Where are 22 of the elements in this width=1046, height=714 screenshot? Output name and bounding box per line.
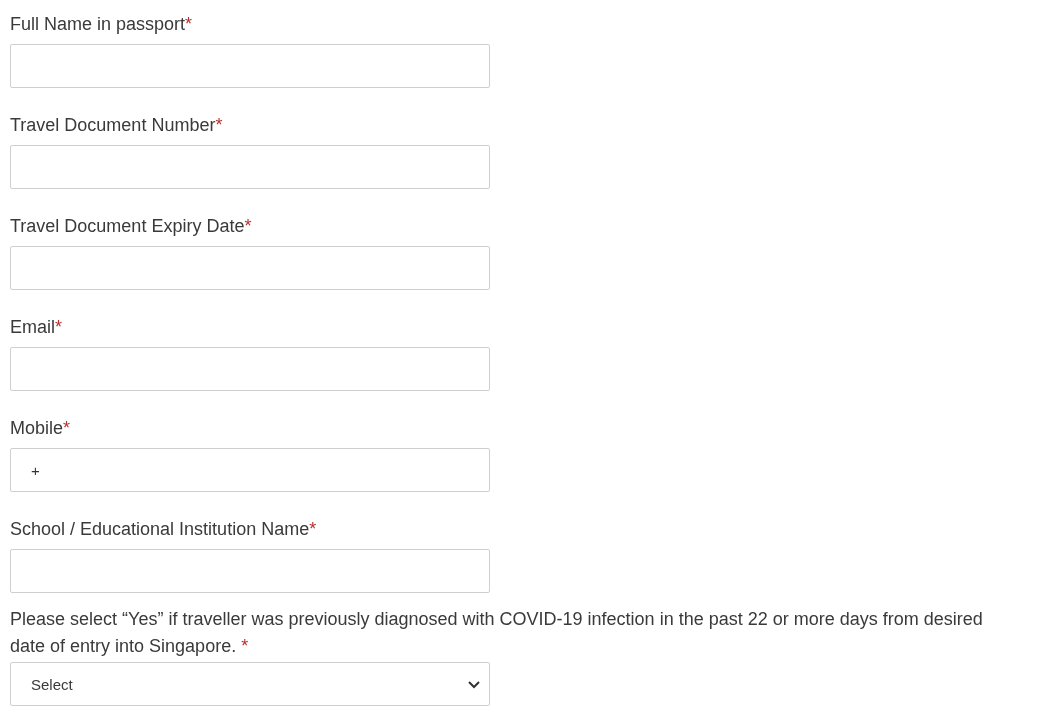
field-label: Email*: [10, 316, 64, 339]
input-field[interactable]: [10, 347, 490, 391]
field-label: Mobile*: [10, 417, 72, 440]
required-mark: *: [185, 14, 193, 34]
field-label: Full Name in passport*: [10, 13, 194, 36]
chevron-down-icon: [467, 679, 481, 689]
field-label: School / Educational Institution Name*: [10, 518, 318, 541]
required-mark: *: [241, 636, 249, 656]
required-mark: *: [244, 216, 252, 236]
required-mark: *: [63, 418, 71, 438]
required-mark: *: [309, 519, 317, 539]
required-mark: *: [215, 115, 223, 135]
input-field[interactable]: [10, 549, 490, 593]
required-mark: *: [55, 317, 63, 337]
field-label: Travel Document Number*: [10, 114, 224, 137]
input-field[interactable]: [10, 44, 490, 88]
field-label: Travel Document Expiry Date*: [10, 215, 253, 238]
select-dropdown[interactable]: Select: [10, 662, 490, 706]
input-field[interactable]: +: [10, 448, 490, 492]
input-field[interactable]: [10, 145, 490, 189]
question-text: Please select “Yes” if traveller was previously diagnosed with COVID-19 infection in the past 22 or more days from desired date of entry into Singapore. *: [10, 608, 984, 658]
input-field[interactable]: [10, 246, 490, 290]
